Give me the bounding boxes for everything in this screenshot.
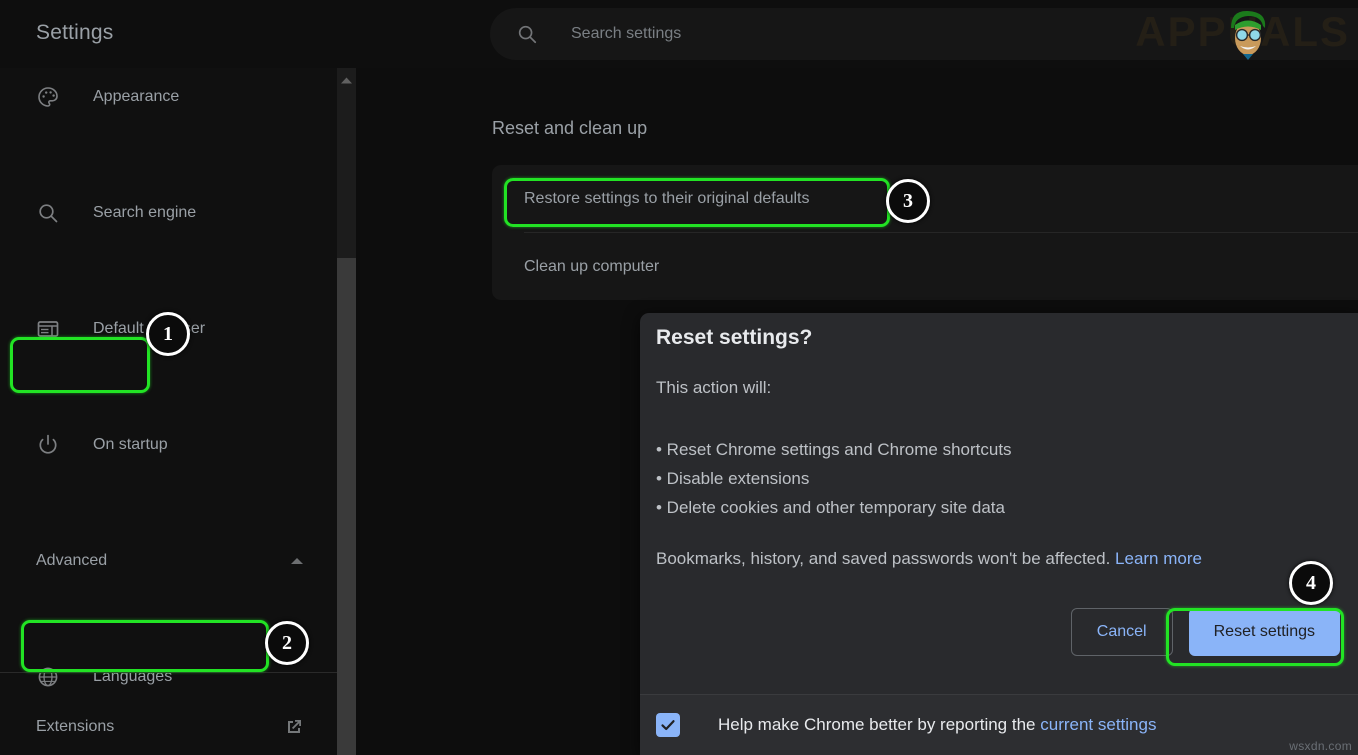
search-icon	[36, 201, 60, 225]
row-label: Restore settings to their original defau…	[524, 190, 809, 208]
globe-icon	[36, 665, 60, 689]
sidebar-item-on-startup[interactable]: On startup	[0, 416, 337, 474]
external-link-icon[interactable]	[284, 717, 304, 737]
report-settings-checkbox[interactable]	[656, 713, 680, 737]
cancel-button[interactable]: Cancel	[1071, 608, 1173, 656]
dialog-note-text: Bookmarks, history, and saved passwords …	[656, 549, 1110, 568]
dialog-title: Reset settings?	[656, 326, 812, 350]
reset-settings-dialog: Reset settings? This action will: • Rese…	[640, 313, 1358, 755]
dialog-actions: Cancel Reset settings	[1071, 608, 1340, 656]
list-item: • Reset Chrome settings and Chrome short…	[656, 435, 1012, 464]
dialog-note: Bookmarks, history, and saved passwords …	[656, 549, 1202, 569]
sidebar-item-label: Languages	[93, 668, 172, 686]
sidebar-item-extensions[interactable]: Extensions	[0, 698, 337, 755]
badge-2: 2	[265, 621, 309, 665]
power-icon	[36, 433, 60, 457]
sidebar-item-appearance[interactable]: Appearance	[0, 68, 337, 126]
browser-window-icon	[36, 317, 60, 341]
dialog-subtitle: This action will:	[656, 378, 771, 398]
badge-1: 1	[146, 312, 190, 356]
footer-text: Help make Chrome better by reporting the	[718, 715, 1036, 734]
badge-4: 4	[1289, 561, 1333, 605]
sidebar-item-label: Extensions	[36, 718, 114, 736]
section-title: Reset and clean up	[492, 118, 647, 139]
sidebar-item-label: Search engine	[93, 204, 196, 222]
sidebar-item-search-engine[interactable]: Search engine	[0, 184, 337, 242]
sidebar-divider	[0, 672, 337, 673]
settings-page: Settings Search settings APPUALS	[0, 0, 1358, 755]
sidebar-item-label: Advanced	[36, 552, 107, 570]
chevron-up-icon[interactable]	[290, 556, 304, 566]
row-label: Clean up computer	[524, 258, 659, 276]
scroll-up-arrow-icon[interactable]	[340, 76, 353, 85]
search-input[interactable]: Search settings	[571, 25, 681, 43]
sidebar-scrollbar-track[interactable]	[337, 68, 356, 755]
reset-settings-button[interactable]: Reset settings	[1189, 608, 1340, 656]
current-settings-link[interactable]: current settings	[1040, 715, 1156, 734]
page-title: Settings	[36, 21, 113, 45]
search-icon	[516, 23, 538, 45]
sidebar-item-label: Appearance	[93, 88, 179, 106]
dialog-footer: Help make Chrome better by reporting the…	[640, 694, 1358, 755]
list-item: • Disable extensions	[656, 464, 1012, 493]
site-watermark: wsxdn.com	[1289, 739, 1352, 753]
search-bar[interactable]: Search settings	[490, 8, 1358, 60]
sidebar-nav: Appearance Search engine Default browser	[0, 68, 337, 648]
sidebar-item-advanced[interactable]: Advanced	[0, 532, 337, 590]
sidebar-item-label: On startup	[93, 436, 168, 454]
list-item: • Delete cookies and other temporary sit…	[656, 493, 1012, 522]
learn-more-link[interactable]: Learn more	[1115, 549, 1202, 568]
footer-label: Help make Chrome better by reporting the…	[718, 715, 1156, 735]
checkmark-icon	[660, 717, 676, 733]
sidebar-scrollbar-thumb[interactable]	[337, 258, 356, 755]
palette-icon	[36, 85, 60, 109]
reset-clean-card: Restore settings to their original defau…	[492, 165, 1358, 300]
badge-3: 3	[886, 179, 930, 223]
dialog-bullet-list: • Reset Chrome settings and Chrome short…	[656, 435, 1012, 522]
top-bar: Settings Search settings APPUALS	[0, 0, 1358, 68]
row-clean-up-computer[interactable]: Clean up computer	[492, 233, 1358, 300]
